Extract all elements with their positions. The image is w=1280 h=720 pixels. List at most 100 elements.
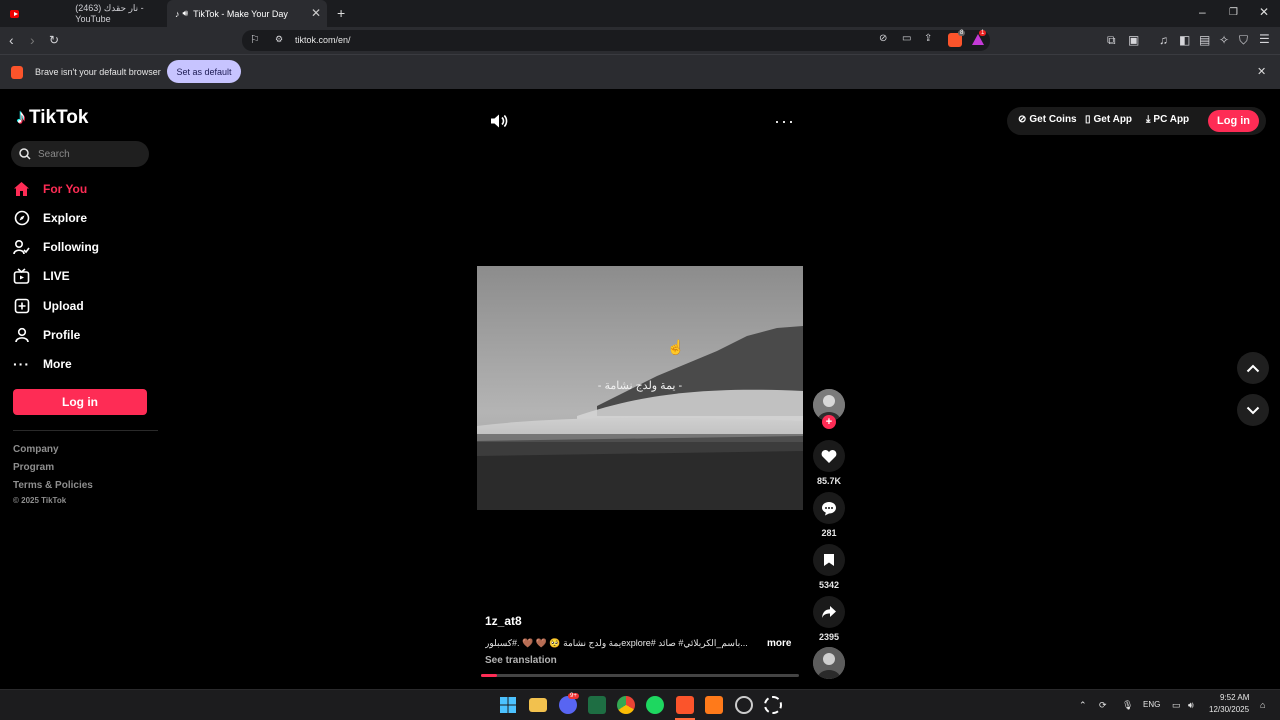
leo-ai-icon[interactable]: ✧ [1219,33,1229,47]
extensions-icon[interactable]: ⧉ [1107,33,1116,48]
vpn-icon[interactable]: ⛉ [1239,33,1248,48]
sound-avatar[interactable] [813,647,845,679]
bookmark-icon[interactable]: ⚐ [250,33,260,46]
sidebar-item-label: For You [43,182,88,196]
sidebar-item-upload[interactable]: Upload [13,295,84,317]
tab-tiktok[interactable]: ♪ 🔊︎ TikTok - Make Your Day ✕ [167,0,327,27]
search-icon [19,148,31,160]
sidebar-item-label: Profile [43,328,81,342]
tiktok-tab-icon: ♪ [175,8,180,19]
follow-button[interactable]: + [822,415,836,429]
share-count: 2395 [818,632,840,642]
spotify-icon[interactable] [646,696,664,714]
wallet-icon[interactable]: ▣ [1128,33,1139,47]
app-a-icon[interactable] [705,696,723,714]
more-button[interactable]: more [767,638,791,649]
share-icon[interactable]: ⇪ [924,33,932,44]
chrome-icon[interactable] [617,696,635,714]
volume-icon[interactable] [490,113,508,129]
screen-icon[interactable]: ▭ [902,33,911,44]
windows-start-icon[interactable] [500,697,516,713]
share-arrow-icon [822,606,836,618]
loading-app-icon[interactable] [764,696,782,714]
clock-app-icon[interactable] [735,696,753,714]
footer-link-company[interactable]: Company [13,444,59,455]
tiktok-logo[interactable]: ♪ TikTok [16,106,88,129]
minimize-icon[interactable]: – [1199,5,1206,19]
forward-icon[interactable]: › [30,32,35,48]
browser-tab-bar: (2463) نار حقدك - YouTube ♪ 🔊︎ TikTok - … [0,0,1280,27]
restore-icon[interactable]: ❐ [1229,7,1238,18]
url-field[interactable]: ⚐ ⚙ tiktok.com/en/ ⊘ ▭ ⇪ 8 1 [242,30,990,51]
top-action-bar: ⊘ Get Coins ▯ Get App ⤓ PC App Log in [1007,107,1266,135]
wallet-card-icon[interactable]: ▤ [1199,33,1210,47]
pc-app-button[interactable]: ⤓ PC App [1146,114,1189,125]
sidebar-item-for-you[interactable]: For You [13,178,87,200]
share-button[interactable] [813,596,845,628]
coin-icon: ⊘ [1018,114,1027,125]
sidebar-item-profile[interactable]: Profile [13,324,80,346]
back-icon[interactable]: ‹ [9,32,14,48]
save-button[interactable] [813,544,845,576]
footer-link-program[interactable]: Program [13,462,54,473]
comment-button[interactable] [813,492,845,524]
video-player[interactable]: - يمة ولدج نشامة - [477,266,803,510]
no-cast-icon[interactable]: ⊘ [879,33,887,44]
get-app-button[interactable]: ▯ Get App [1085,114,1132,125]
see-translation-link[interactable]: See translation [485,655,557,666]
video-options-icon[interactable]: ··· [774,111,795,132]
author-username[interactable]: 1z_at8 [485,614,522,628]
clock-time[interactable]: 9:52 AM [1220,693,1249,702]
sidebar-item-label: More [43,357,72,371]
chevron-up-icon [1246,364,1260,372]
music-icon[interactable]: ♫ [1159,33,1168,47]
get-coins-button[interactable]: ⊘ Get Coins [1018,114,1077,125]
sidebar-login-button[interactable]: Log in [13,389,147,415]
reload-icon[interactable]: ↻ [49,33,59,47]
phone-icon: ▯ [1085,114,1091,125]
comment-count: 281 [821,528,837,538]
sidebar-item-following[interactable]: Following [13,236,99,258]
clock-date[interactable]: 12/30/2025 [1209,705,1249,714]
search-placeholder: Search [38,149,70,160]
close-window-icon[interactable]: ✕ [1259,5,1269,19]
brave-logo-icon [11,66,23,79]
video-progress-bar[interactable] [481,674,799,677]
sidebar-item-more[interactable]: ··· More [13,353,72,375]
next-video-button[interactable] [1237,394,1269,426]
sidebar-item-explore[interactable]: Explore [13,207,87,229]
download-icon: ⤓ [1146,114,1151,125]
search-input[interactable]: Search [11,141,149,167]
sidebar-item-label: Upload [43,299,84,313]
excel-icon[interactable] [588,696,606,714]
footer-link-terms[interactable]: Terms & Policies [13,480,93,491]
tab-youtube[interactable]: (2463) نار حقدك - YouTube [0,0,165,27]
new-tab-button[interactable]: + [337,5,345,21]
close-tab-icon[interactable]: ✕ [311,6,321,20]
language-indicator[interactable]: ENG [1143,700,1160,709]
tab-label: (2463) نار حقدك - YouTube [75,3,144,24]
tab-label: TikTok - Make Your Day [193,8,288,19]
mute-tab-icon[interactable]: 🔊︎ [183,8,189,19]
tray-overflow-icon[interactable]: ⌃ [1079,700,1087,711]
footer-copyright: © 2025 TikTok [13,496,67,505]
like-button[interactable] [813,440,845,472]
top-login-button[interactable]: Log in [1208,110,1259,132]
microphone-icon[interactable]: 🎙︎ [1122,700,1133,711]
close-infobar-icon[interactable]: ✕ [1257,65,1266,78]
speaker-icon[interactable]: 🔊︎ [1188,700,1194,711]
sidebar-item-live[interactable]: LIVE [13,265,70,287]
sync-icon[interactable]: ⟳ [1099,700,1107,711]
sidebar-item-label: Following [43,240,99,254]
video-progress-fill [481,674,497,677]
file-explorer-icon[interactable] [529,698,547,712]
sidebar-toggle-icon[interactable]: ◧ [1179,33,1190,47]
set-default-button[interactable]: Set as default [167,60,241,83]
brave-taskbar-icon[interactable] [676,696,694,714]
menu-icon[interactable]: ☰ [1259,32,1270,46]
network-icon[interactable]: ▭ [1172,700,1181,711]
chevron-down-icon [1246,406,1260,414]
site-info-icon[interactable]: ⚙ [275,34,283,45]
notifications-icon[interactable]: ⌂ [1260,700,1265,710]
previous-video-button[interactable] [1237,352,1269,384]
